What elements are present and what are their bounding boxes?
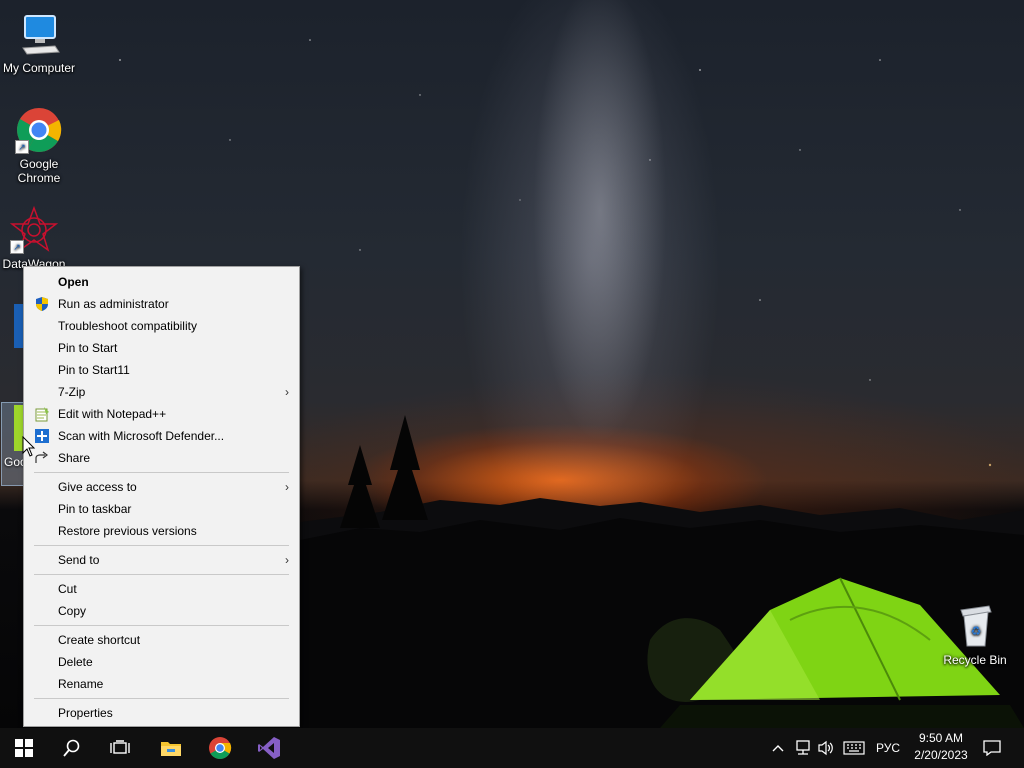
share-icon <box>34 450 50 466</box>
menu-item-run-as-administrator[interactable]: Run as administrator <box>24 293 299 315</box>
taskbar: РУС 9:50 AM 2/20/2023 <box>0 728 1024 768</box>
recycle-bin-icon: ♻ <box>951 602 999 650</box>
volume-button[interactable] <box>815 728 837 768</box>
notepadpp-icon <box>34 406 50 422</box>
menu-item-share[interactable]: Share <box>24 447 299 469</box>
network-icon <box>796 740 810 755</box>
svg-text:♻: ♻ <box>971 624 982 638</box>
desktop-icon-google-chrome[interactable]: ↗ Google Chrome <box>1 106 77 185</box>
menu-separator <box>34 574 289 575</box>
desktop-icon-recycle-bin[interactable]: ♻ Recycle Bin <box>937 602 1013 667</box>
visual-studio-icon <box>258 737 280 759</box>
menu-item-rename[interactable]: Rename <box>24 673 299 695</box>
input-language-indicator[interactable]: РУС <box>872 728 904 768</box>
menu-item-7-zip[interactable]: 7-Zip › <box>24 381 299 403</box>
menu-item-create-shortcut[interactable]: Create shortcut <box>24 629 299 651</box>
network-button[interactable] <box>792 728 814 768</box>
notification-icon <box>983 740 1001 756</box>
search-icon <box>63 739 80 757</box>
computer-icon <box>15 10 63 58</box>
menu-item-properties[interactable]: Properties <box>24 702 299 724</box>
clock-date: 2/20/2023 <box>914 748 968 762</box>
chrome-icon: ↗ <box>15 106 63 154</box>
menu-item-cut[interactable]: Cut <box>24 578 299 600</box>
context-menu: Open Run as administrator Troubleshoot c… <box>23 266 300 727</box>
menu-item-delete[interactable]: Delete <box>24 651 299 673</box>
menu-item-restore-previous-versions[interactable]: Restore previous versions <box>24 520 299 542</box>
file-explorer-icon <box>161 742 181 756</box>
taskbar-visual-studio[interactable] <box>245 728 293 768</box>
menu-item-give-access-to[interactable]: Give access to › <box>24 476 299 498</box>
menu-separator <box>34 472 289 473</box>
taskbar-clock[interactable]: 9:50 AM 2/20/2023 <box>905 730 977 764</box>
chevron-right-icon: › <box>285 480 289 494</box>
menu-item-pin-to-taskbar[interactable]: Pin to taskbar <box>24 498 299 520</box>
menu-item-edit-with-notepadpp[interactable]: Edit with Notepad++ <box>24 403 299 425</box>
taskbar-chrome[interactable] <box>196 728 244 768</box>
chevron-right-icon: › <box>285 553 289 567</box>
desktop-icon-label: Google <box>19 157 59 171</box>
desktop-icon-my-computer[interactable]: My Computer <box>1 10 77 75</box>
mouse-cursor-icon <box>22 435 36 458</box>
chevron-right-icon: › <box>285 385 289 399</box>
task-view-icon <box>110 740 130 754</box>
search-button[interactable] <box>48 728 96 768</box>
start-button[interactable] <box>0 728 48 768</box>
desktop-icon-label: Recycle Bin <box>943 653 1007 667</box>
desktop-icon-datawagon[interactable]: ↗ DataWagon <box>0 205 72 271</box>
action-center-button[interactable] <box>978 728 1006 768</box>
menu-item-troubleshoot-compatibility[interactable]: Troubleshoot compatibility <box>24 315 299 337</box>
menu-separator <box>34 545 289 546</box>
menu-item-pin-to-start11[interactable]: Pin to Start11 <box>24 359 299 381</box>
shortcut-arrow-icon: ↗ <box>10 240 24 254</box>
desktop-icon-label: My Computer <box>2 61 76 75</box>
menu-separator <box>34 698 289 699</box>
speaker-icon <box>818 740 833 756</box>
menu-item-open[interactable]: Open <box>24 271 299 293</box>
chrome-icon <box>209 737 232 759</box>
chevron-up-icon <box>772 745 784 752</box>
defender-icon <box>34 428 50 444</box>
uac-shield-icon <box>34 296 50 312</box>
taskbar-file-explorer[interactable] <box>147 728 195 768</box>
menu-item-scan-with-defender[interactable]: Scan with Microsoft Defender... <box>24 425 299 447</box>
datawagon-star-icon: ↗ <box>9 205 59 254</box>
desktop-icon-label-line2: Chrome <box>17 171 61 185</box>
menu-item-pin-to-start[interactable]: Pin to Start <box>24 337 299 359</box>
menu-separator <box>34 625 289 626</box>
start-windows-icon <box>15 739 33 757</box>
shortcut-arrow-icon: ↗ <box>15 140 29 154</box>
menu-item-send-to[interactable]: Send to › <box>24 549 299 571</box>
show-hidden-icons-button[interactable] <box>768 728 788 768</box>
menu-item-copy[interactable]: Copy <box>24 600 299 622</box>
touch-keyboard-button[interactable] <box>840 728 868 768</box>
keyboard-icon <box>843 741 865 755</box>
task-view-button[interactable] <box>96 728 144 768</box>
clock-time: 9:50 AM <box>918 731 964 745</box>
